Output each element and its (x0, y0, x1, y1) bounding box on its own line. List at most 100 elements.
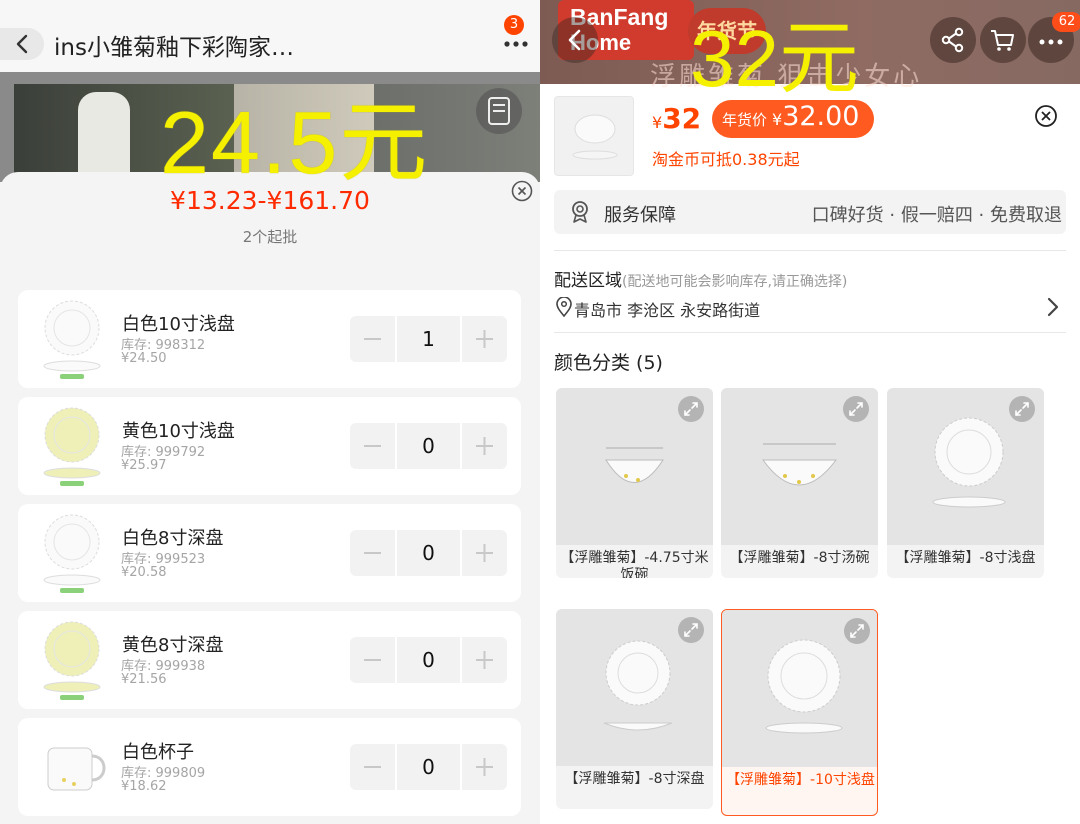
quantity-stepper: 0 (350, 530, 507, 576)
expand-button[interactable] (1009, 396, 1035, 422)
back-button[interactable] (0, 28, 44, 60)
service-title: 服务保障 (604, 205, 676, 226)
sku-thumbnail[interactable] (32, 724, 118, 810)
minus-icon (364, 659, 381, 661)
share-button[interactable] (930, 17, 976, 63)
option-label: 【浮雕雏菊】-10寸浅盘 (726, 772, 875, 788)
sku-name: 白色杯子 (122, 742, 194, 763)
sku-name: 黄色8寸深盘 (122, 635, 224, 656)
sku-item-row: 黄色8寸深盘 库存: 999938 ¥21.56 0 (18, 611, 521, 709)
sku-item-row: 白色8寸深盘 库存: 999523 ¥20.58 0 (18, 504, 521, 602)
cart-icon (991, 30, 1014, 51)
sku-unit-price: ¥18.62 (121, 779, 167, 794)
product-price: ¥32 (652, 102, 702, 135)
cart-button[interactable] (980, 17, 1026, 63)
chevron-left-icon (568, 29, 581, 51)
increase-button[interactable] (462, 423, 507, 469)
document-icon[interactable] (476, 88, 522, 134)
plus-icon (476, 758, 493, 776)
minus-icon (364, 338, 381, 340)
divider (554, 250, 1066, 251)
expand-icon (1015, 402, 1029, 416)
minus-icon (364, 766, 381, 768)
location-pin-icon (556, 297, 572, 317)
option-label: 【浮雕雏菊】-8寸浅盘 (895, 550, 1036, 566)
increase-button[interactable] (462, 316, 507, 362)
sku-item-row: 白色10寸浅盘 库存: 998312 ¥24.50 1 (18, 290, 521, 388)
vase-image (78, 92, 130, 182)
price-range: ¥13.23-¥161.70 (170, 186, 370, 215)
min-batch-text: 2个起批 (242, 228, 298, 246)
quantity-stepper: 0 (350, 637, 507, 683)
overlay-price-text: 32元 (690, 14, 859, 103)
sku-unit-price: ¥21.56 (121, 672, 167, 687)
expand-icon (684, 402, 698, 416)
quantity-stepper: 0 (350, 423, 507, 469)
expand-icon (684, 623, 698, 637)
notification-badge: 62 (1052, 12, 1080, 32)
expand-button[interactable] (844, 618, 870, 644)
quantity-stepper: 1 (350, 316, 507, 362)
plus-icon (476, 544, 493, 562)
expand-icon (850, 624, 864, 638)
share-icon (941, 27, 964, 53)
delivery-area-title: 配送区域(配送地可能会影响库存,请正确选择) (554, 271, 848, 291)
decrease-button[interactable] (350, 637, 395, 683)
overlay-price-text: 24.5元 (160, 93, 430, 192)
color-category-title: 颜色分类 (5) (554, 352, 663, 374)
plus-icon (476, 330, 493, 348)
increase-button[interactable] (462, 744, 507, 790)
delivery-address[interactable]: 青岛市 李沧区 永安路街道 (574, 297, 760, 321)
option-label: 【浮雕雏菊】-4.75寸米饭碗 (560, 550, 709, 578)
sku-unit-price: ¥24.50 (121, 351, 167, 366)
expand-button[interactable] (843, 396, 869, 422)
notification-badge: 3 (504, 15, 524, 35)
plus-icon (476, 437, 493, 455)
color-option[interactable]: 【浮雕雏菊】-8寸汤碗 (721, 388, 878, 578)
close-icon[interactable] (1034, 104, 1058, 128)
minus-icon (364, 552, 381, 554)
decrease-button[interactable] (350, 316, 395, 362)
color-option[interactable]: 【浮雕雏菊】-8寸深盘 (556, 609, 713, 809)
increase-button[interactable] (462, 637, 507, 683)
medal-icon (572, 201, 588, 223)
sku-name: 白色10寸浅盘 (122, 314, 235, 335)
expand-button[interactable] (678, 617, 704, 643)
back-button[interactable] (552, 17, 598, 63)
decrease-button[interactable] (350, 423, 395, 469)
quantity-input[interactable]: 0 (397, 744, 460, 790)
sku-thumbnail[interactable] (32, 403, 118, 489)
sku-unit-price: ¥20.58 (121, 565, 167, 580)
color-option[interactable]: 【浮雕雏菊】-10寸浅盘 (721, 609, 878, 816)
decrease-button[interactable] (350, 530, 395, 576)
increase-button[interactable] (462, 530, 507, 576)
expand-button[interactable] (678, 396, 704, 422)
coin-discount-note: 淘金币可抵0.38元起 (652, 150, 800, 169)
expand-icon (849, 402, 863, 416)
sku-item-row: 黄色10寸浅盘 库存: 999792 ¥25.97 0 (18, 397, 521, 495)
sku-thumbnail[interactable] (32, 296, 118, 382)
sku-name: 白色8寸深盘 (122, 528, 224, 549)
quantity-stepper: 0 (350, 744, 507, 790)
new-year-price: ¥32.00 (772, 101, 860, 132)
service-detail: 口碑好货 · 假一赔四 · 免费取退 (811, 205, 1062, 226)
sku-unit-price: ¥25.97 (121, 458, 167, 473)
option-label: 【浮雕雏菊】-8寸深盘 (564, 771, 705, 787)
quantity-input[interactable]: 0 (397, 423, 460, 469)
option-label: 【浮雕雏菊】-8寸汤碗 (729, 550, 870, 566)
quantity-input[interactable]: 1 (397, 316, 460, 362)
color-option[interactable]: 【浮雕雏菊】-4.75寸米饭碗 (556, 388, 713, 578)
page-title: ins小雏菊釉下彩陶家… (54, 35, 294, 61)
quantity-input[interactable]: 0 (397, 637, 460, 683)
new-year-price-label: 年货价 (722, 111, 768, 129)
decrease-button[interactable] (350, 744, 395, 790)
sku-thumbnail[interactable] (32, 617, 118, 703)
chevron-right-icon[interactable] (1044, 296, 1062, 318)
color-option[interactable]: 【浮雕雏菊】-8寸浅盘 (887, 388, 1044, 578)
sku-item-row: 白色杯子 库存: 999809 ¥18.62 0 (18, 718, 521, 816)
quantity-input[interactable]: 0 (397, 530, 460, 576)
left-panel: ins小雏菊釉下彩陶家… 3 24.5元 ¥13.23-¥161.70 2个起批… (0, 0, 540, 824)
sku-name: 黄色10寸浅盘 (122, 421, 235, 442)
product-thumbnail[interactable] (554, 96, 634, 176)
sku-thumbnail[interactable] (32, 510, 118, 596)
